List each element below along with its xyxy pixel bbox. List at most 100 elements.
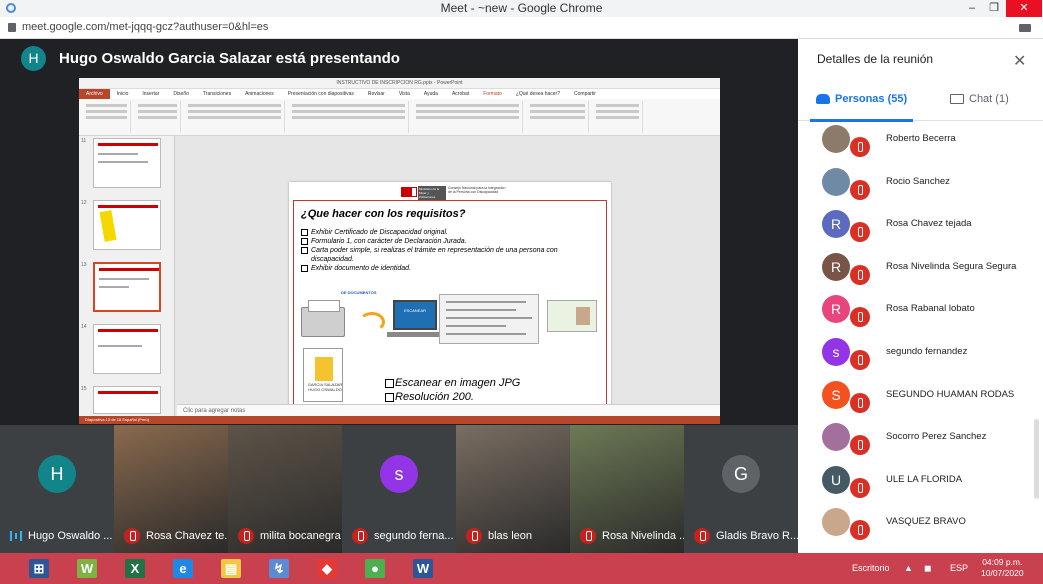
ppt-menu-item[interactable]: Acrobat xyxy=(445,89,476,99)
ppt-menu-item[interactable]: Ayuda xyxy=(417,89,445,99)
taskbar-app-icon[interactable]: ↯ xyxy=(262,556,296,581)
participant-tile[interactable]: G Gladis Bravo R... xyxy=(684,425,798,553)
desktop-label[interactable]: Escritorio xyxy=(852,553,890,584)
participant-list-item[interactable]: R Rosa Nivelinda Segura Segura xyxy=(798,249,1043,291)
scrollbar[interactable] xyxy=(1034,419,1039,499)
slide-thumb[interactable] xyxy=(93,138,161,188)
ribbon-format xyxy=(527,101,589,133)
slide-thumb[interactable] xyxy=(93,324,161,374)
camera-icon[interactable] xyxy=(1019,24,1031,32)
mic-off-icon xyxy=(466,528,482,545)
taskbar-app-icon[interactable]: X xyxy=(118,556,152,581)
slide-thumb[interactable] xyxy=(93,386,161,414)
presenter-text: Hugo Oswaldo Garcia Salazar está present… xyxy=(59,50,400,67)
participant-list-item[interactable]: Socorro Perez Sanchez xyxy=(798,419,1043,461)
panel-header: Detalles de la reunión ✕ xyxy=(798,39,1043,83)
taskbar-app-icon[interactable]: ▤ xyxy=(214,556,248,581)
taskbar-app-icon[interactable]: W xyxy=(70,556,104,581)
url-text[interactable]: meet.google.com/met-jqqq-gcz?authuser=0&… xyxy=(22,21,268,33)
participant-name-row: Rosa Chavez te... xyxy=(114,527,228,545)
ppt-menu-item[interactable]: Transiciones xyxy=(196,89,238,99)
ppt-menu-item[interactable]: Inicio xyxy=(110,89,136,99)
participant-list-item[interactable]: R Rosa Chavez tejada xyxy=(798,206,1043,248)
lock-icon xyxy=(8,23,16,32)
taskbar-app-icon[interactable]: ◆ xyxy=(310,556,344,581)
taskbar-app-icon[interactable]: W xyxy=(406,556,440,581)
ribbon-font xyxy=(185,101,285,133)
ppt-menu-item[interactable]: Insertar xyxy=(135,89,166,99)
printer-icon xyxy=(301,300,345,337)
address-bar[interactable]: meet.google.com/met-jqqq-gcz?authuser=0&… xyxy=(0,17,1043,39)
ppt-menu-item[interactable]: Animaciones xyxy=(238,89,281,99)
participant-tile[interactable]: Rosa Nivelinda ... xyxy=(570,425,684,553)
participant-tile[interactable]: milita bocanegra xyxy=(228,425,342,553)
participant-list-item[interactable]: VASQUEZ BRAVO xyxy=(798,504,1043,546)
participant-list-item[interactable]: s segundo fernandez xyxy=(798,334,1043,376)
screen: Meet - ~new - Google Chrome – ❐ ✕ meet.g… xyxy=(0,0,1043,584)
ppt-menu-item[interactable]: Vista xyxy=(392,89,417,99)
arrow-icon xyxy=(359,312,385,332)
requirement-item: Exhibir Certificado de Discapacidad orig… xyxy=(301,228,601,237)
participant-avatar: R xyxy=(822,252,850,281)
participant-name: Rosa Nivelinda ... xyxy=(602,530,684,542)
mic-off-icon xyxy=(850,520,870,541)
tab-people-label: Personas (55) xyxy=(835,93,908,105)
participant-tile[interactable]: s segundo ferna... xyxy=(342,425,456,553)
ppt-menu-item[interactable]: Archivo xyxy=(79,89,110,99)
people-icon xyxy=(816,94,830,105)
mic-off-icon xyxy=(850,222,870,243)
participant-list-item[interactable]: Rocio Sanchez xyxy=(798,164,1043,206)
participant-list-item[interactable]: U ULE LA FLORIDA xyxy=(798,462,1043,504)
mic-off-icon xyxy=(850,350,870,370)
slide-thumb[interactable] xyxy=(93,200,161,250)
ppt-menu-item[interactable]: Formato xyxy=(476,89,509,99)
ppt-menu-item[interactable]: Diseño xyxy=(166,89,196,99)
ministry-logo: Ministerio de la Mujer y Poblaciones Vul… xyxy=(418,186,446,203)
tray-arrow-icon[interactable]: ▲ xyxy=(904,553,913,584)
blue-label: DE DOCUMENTOS xyxy=(341,290,377,295)
participant-list-item[interactable]: S SEGUNDO HUAMAN RODAS xyxy=(798,377,1043,419)
participant-name-row: Hugo Oswaldo ... xyxy=(0,527,114,545)
language-indicator[interactable]: ESP xyxy=(950,553,968,584)
tab-chat[interactable]: Chat (1) xyxy=(950,93,1009,105)
clock[interactable]: 04:09 p.m. 10/07/2020 xyxy=(981,557,1024,579)
speaking-icon xyxy=(10,531,22,542)
participant-name: Roberto Becerra xyxy=(886,133,956,144)
ppt-menu-item[interactable]: Revisar xyxy=(361,89,392,99)
volume-icon[interactable]: ◼ xyxy=(924,553,931,584)
participant-name: ULE LA FLORIDA xyxy=(886,473,963,485)
participant-name-row: blas leon xyxy=(456,527,570,545)
thumb-number: 13 xyxy=(81,262,87,268)
ppt-menu-item[interactable]: Presentación con diapositivas xyxy=(281,89,361,99)
mic-off-icon xyxy=(124,528,140,545)
tab-people[interactable]: Personas (55) xyxy=(809,93,914,122)
participant-name: SEGUNDO HUAMAN RODAS xyxy=(886,388,1015,400)
requirement-item: Exhibir documento de identidad. xyxy=(301,264,601,273)
close-window-button[interactable]: ✕ xyxy=(1006,0,1042,17)
ppt-menu-item[interactable]: Compartir xyxy=(567,89,603,99)
slide-thumb-selected[interactable] xyxy=(93,262,161,312)
participant-avatar: s xyxy=(380,455,418,493)
ppt-status-bar: Diapositiva 13 de 18 Español (Perú) xyxy=(79,416,720,424)
participant-tile[interactable]: Rosa Chavez te... xyxy=(114,425,228,553)
mic-off-icon xyxy=(694,528,710,545)
taskbar-app-icon[interactable]: ⊞ xyxy=(22,556,56,581)
participant-avatar: s xyxy=(822,338,850,366)
app-glyph: X xyxy=(125,559,145,578)
people-list: Roberto Becerra Rocio Sanchez R Rosa Chavez… xyxy=(798,121,1043,553)
participant-name: segundo ferna... xyxy=(374,530,454,542)
presenter-avatar: H xyxy=(21,46,46,71)
notes-pane[interactable]: Clic para agregar notas xyxy=(177,404,720,416)
app-glyph: ↯ xyxy=(269,559,289,578)
ribbon-paragraph xyxy=(289,101,409,133)
taskbar-app-icon[interactable]: e xyxy=(166,556,200,581)
participant-list-item[interactable]: R Rosa Rabanal lobato xyxy=(798,291,1043,333)
participant-tile[interactable]: blas leon xyxy=(456,425,570,553)
participant-tile[interactable]: H Hugo Oswaldo ... xyxy=(0,425,114,553)
ribbon-clipboard xyxy=(83,101,131,133)
participant-list-item[interactable]: Roberto Becerra xyxy=(798,121,1043,163)
slide-thumbnails: 11 12 13 14 15 xyxy=(79,136,175,416)
taskbar-app-icon[interactable]: ● xyxy=(358,556,392,581)
close-panel-button[interactable]: ✕ xyxy=(1013,51,1026,71)
ppt-menu-item[interactable]: ¿Qué desea hacer? xyxy=(509,89,567,99)
